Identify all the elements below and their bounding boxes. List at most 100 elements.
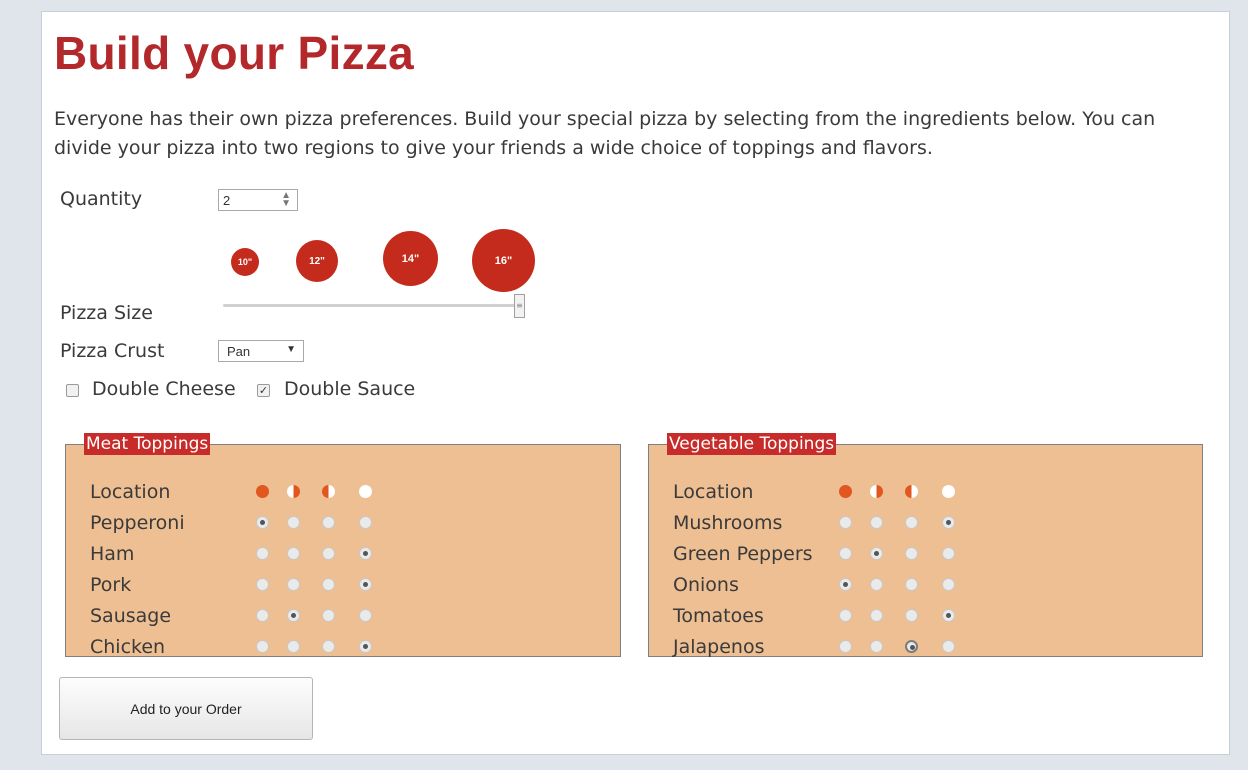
location-radio[interactable] [287, 578, 300, 591]
double-sauce-checkbox[interactable]: ✓ [257, 384, 270, 397]
location-radio[interactable] [870, 609, 883, 622]
location-radio[interactable] [287, 640, 300, 653]
topping-row: Sausage [90, 603, 590, 634]
topping-name: Jalapenos [673, 636, 765, 658]
location-radio[interactable] [870, 516, 883, 529]
quantity-stepper[interactable]: 2 ▲ ▼ [218, 189, 298, 211]
pizza-crust-label: Pizza Crust [60, 340, 165, 362]
topping-row: Green Peppers [673, 541, 1173, 572]
location-radio[interactable] [870, 578, 883, 591]
size-slider-track[interactable] [223, 304, 521, 307]
size-option-label: 12" [309, 255, 325, 267]
double-cheese-checkbox[interactable] [66, 384, 79, 397]
location-radio[interactable] [905, 609, 918, 622]
left-half-icon [870, 485, 883, 498]
intro-text: Everyone has their own pizza preferences… [54, 108, 1156, 159]
location-radio[interactable] [322, 609, 335, 622]
page-title: Build your Pizza [54, 27, 415, 79]
right-half-icon [322, 485, 335, 498]
quantity-label: Quantity [60, 188, 143, 210]
meat-toppings-panel: Meat Toppings Location Pepperoni Ham Pork S… [65, 433, 621, 658]
pizza-builder-page: Build your Pizza Everyone has their own … [41, 11, 1230, 755]
location-radio[interactable] [256, 609, 269, 622]
pizza-size-label: Pizza Size [60, 302, 153, 324]
location-label: Location [673, 481, 754, 503]
topping-name: Onions [673, 574, 739, 596]
no-pizza-icon [942, 485, 955, 498]
location-radio[interactable] [942, 640, 955, 653]
add-to-order-button[interactable]: Add to your Order [59, 677, 313, 740]
spinner-arrows-icon[interactable]: ▲ ▼ [281, 191, 291, 209]
location-radio[interactable] [256, 516, 269, 529]
location-radio[interactable] [322, 578, 335, 591]
location-radio[interactable] [322, 640, 335, 653]
vegetable-toppings-legend: Vegetable Toppings [667, 433, 837, 455]
topping-name: Ham [90, 543, 135, 565]
topping-row: Mushrooms [673, 510, 1173, 541]
location-radio[interactable] [359, 547, 372, 560]
topping-row: Onions [673, 572, 1173, 603]
size-option-10[interactable]: 10" [231, 248, 259, 276]
topping-name: Tomatoes [673, 605, 764, 627]
whole-pizza-icon [839, 485, 852, 498]
left-half-icon [287, 485, 300, 498]
topping-row: Jalapenos [673, 634, 1173, 665]
quantity-value: 2 [223, 193, 231, 208]
double-sauce-label: Double Sauce [284, 378, 416, 400]
location-radio[interactable] [942, 516, 955, 529]
location-radio[interactable] [839, 640, 852, 653]
location-row: Location [673, 479, 1173, 510]
location-radio[interactable] [287, 609, 300, 622]
location-radio[interactable] [942, 609, 955, 622]
location-radio[interactable] [942, 578, 955, 591]
topping-row: Pepperoni [90, 510, 590, 541]
crust-select[interactable]: Pan ▼ [218, 340, 304, 362]
location-radio[interactable] [322, 547, 335, 560]
topping-row: Tomatoes [673, 603, 1173, 634]
location-radio[interactable] [870, 547, 883, 560]
location-radio[interactable] [839, 609, 852, 622]
location-radio[interactable] [322, 516, 335, 529]
location-radio[interactable] [839, 547, 852, 560]
double-cheese-label: Double Cheese [92, 378, 236, 400]
topping-name: Green Peppers [673, 543, 813, 565]
location-radio[interactable] [839, 578, 852, 591]
topping-row: Chicken [90, 634, 590, 665]
no-pizza-icon [359, 485, 372, 498]
location-radio[interactable] [905, 547, 918, 560]
size-option-label: 14" [401, 252, 420, 265]
location-radio[interactable] [905, 578, 918, 591]
topping-name: Sausage [90, 605, 172, 627]
location-radio[interactable] [942, 547, 955, 560]
size-option-16[interactable]: 16" [472, 229, 535, 292]
location-radio[interactable] [839, 516, 852, 529]
topping-name: Chicken [90, 636, 166, 658]
topping-name: Pork [90, 574, 132, 596]
vegetable-toppings-panel: Vegetable Toppings Location Mushrooms Gre… [648, 433, 1203, 658]
size-option-14[interactable]: 14" [383, 231, 438, 286]
location-radio[interactable] [287, 547, 300, 560]
crust-value: Pan [227, 344, 251, 359]
location-radio[interactable] [256, 547, 269, 560]
location-radio[interactable] [287, 516, 300, 529]
size-option-label: 10" [237, 257, 253, 267]
location-radio[interactable] [905, 640, 918, 653]
location-radio[interactable] [359, 609, 372, 622]
right-half-icon [905, 485, 918, 498]
location-radio[interactable] [256, 578, 269, 591]
location-radio[interactable] [870, 640, 883, 653]
location-radio[interactable] [359, 578, 372, 591]
size-option-label: 16" [494, 254, 513, 267]
topping-row: Pork [90, 572, 590, 603]
meat-toppings-legend: Meat Toppings [84, 433, 211, 455]
size-slider-thumb[interactable]: ≡ [514, 294, 525, 318]
size-option-12[interactable]: 12" [296, 240, 338, 282]
topping-name: Pepperoni [90, 512, 185, 534]
location-radio[interactable] [359, 640, 372, 653]
location-radio[interactable] [905, 516, 918, 529]
topping-row: Ham [90, 541, 590, 572]
location-row: Location [90, 479, 590, 510]
location-radio[interactable] [256, 640, 269, 653]
topping-name: Mushrooms [673, 512, 783, 534]
location-radio[interactable] [359, 516, 372, 529]
